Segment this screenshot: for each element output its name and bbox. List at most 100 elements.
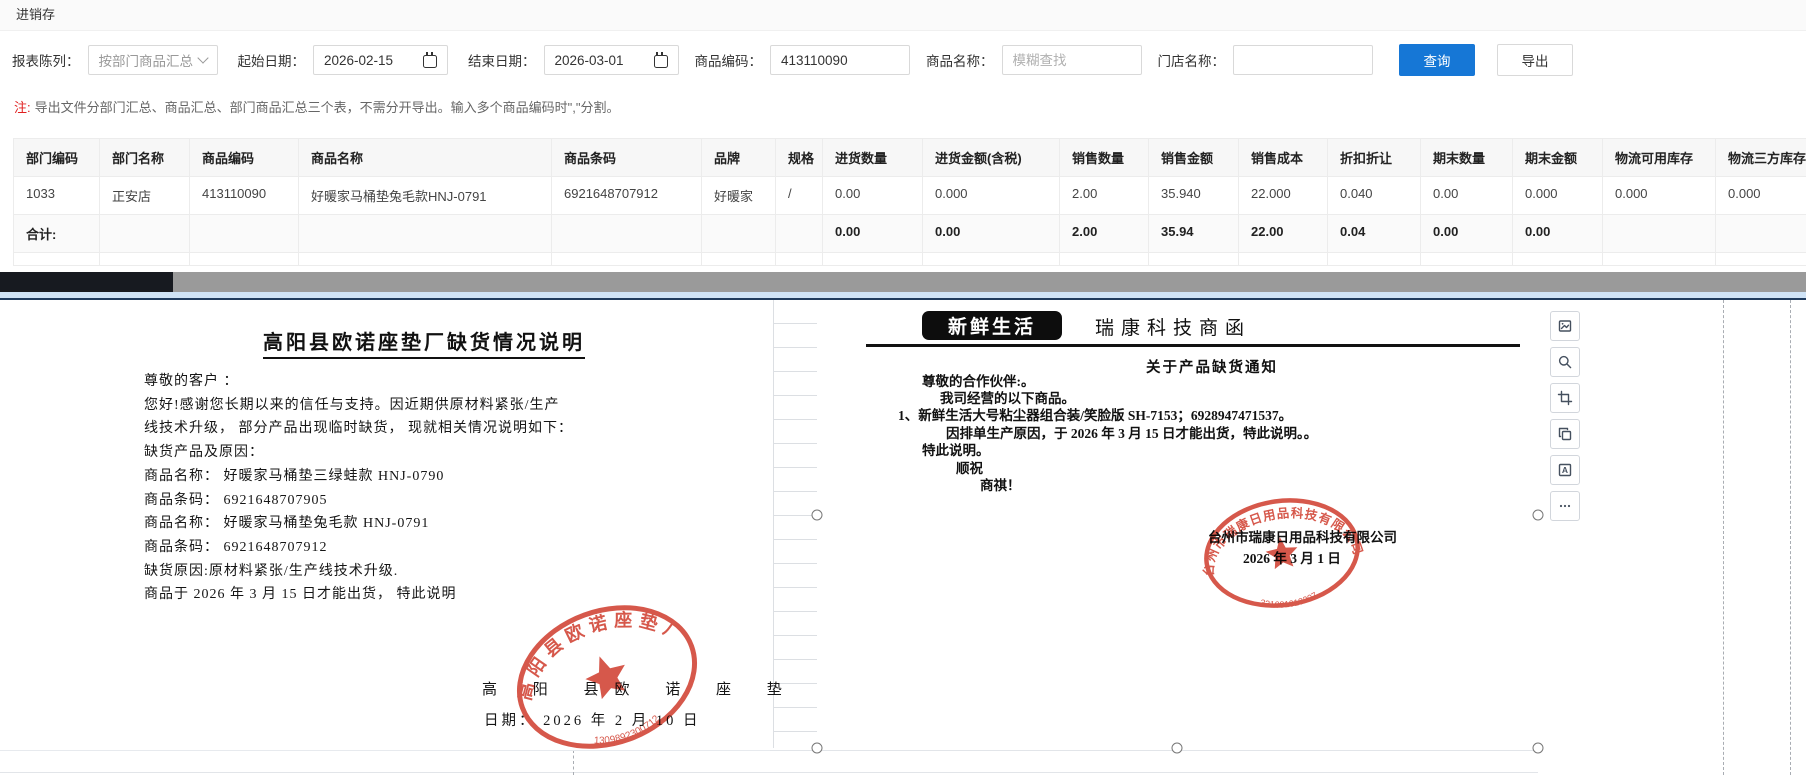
cell-discount: 0.040: [1328, 177, 1421, 215]
cell-ending-amount: 0.000: [1513, 177, 1603, 215]
crop-button[interactable]: [1550, 383, 1580, 413]
sheet-gridlines-bottom: [0, 750, 1538, 775]
total-sales-qty: 2.00: [1060, 215, 1149, 253]
selection-handle[interactable]: [811, 742, 823, 754]
export-button[interactable]: 导出: [1497, 44, 1573, 76]
end-date-input[interactable]: 2026-03-01: [543, 45, 679, 75]
more-icon: [1559, 504, 1571, 508]
header-cell: 销售数量: [1060, 139, 1149, 177]
total-sales-cost: 22.00: [1239, 215, 1328, 253]
header-cell: 期末金额: [1513, 139, 1603, 177]
cell-ending-qty: 0.00: [1421, 177, 1513, 215]
header-cell: 进货数量: [823, 139, 923, 177]
letter-line: 1、新鲜生活大号粘尘器组合装/笑脸版 SH-7153；6928947471537…: [898, 408, 1293, 423]
image-detail-button[interactable]: [1550, 311, 1580, 341]
more-button[interactable]: [1550, 491, 1580, 521]
store-name-label: 门店名称：: [1157, 54, 1226, 69]
zoom-button[interactable]: [1550, 347, 1580, 377]
note-prefix: 注:: [14, 100, 31, 115]
left-letter-title: 高阳县欧诺座垫厂缺货情况说明: [144, 326, 704, 359]
table-row[interactable]: 1033 正安店 413110090 好暖家马桶垫兔毛款HNJ-0791 692…: [14, 177, 1806, 215]
total-sales-amount: 35.94: [1149, 215, 1239, 253]
svg-text:A: A: [1562, 465, 1568, 475]
horizontal-scrollbar[interactable]: [0, 272, 1806, 292]
svg-text:台州市瑞康日用品科技有限公司: 台州市瑞康日用品科技有限公司: [1193, 496, 1366, 579]
letter-line: 商品名称： 好暖家马桶垫兔毛款 HNJ-0791: [144, 516, 430, 532]
total-cell: [100, 215, 190, 253]
total-cell: [299, 215, 552, 253]
chevron-down-icon: [196, 52, 209, 64]
product-name-input[interactable]: [1001, 45, 1142, 75]
calendar-icon: [423, 51, 437, 68]
start-date-input[interactable]: 2026-02-15: [313, 45, 448, 75]
cell-sales-cost: 22.000: [1239, 177, 1328, 215]
cell-logistics-available: 0.000: [1603, 177, 1716, 215]
letter-line: 商品条码： 6921648707912: [144, 539, 328, 555]
total-cell: [1603, 215, 1716, 253]
cell-spec: /: [776, 177, 823, 215]
page-title: 进销存: [0, 0, 1806, 31]
header-cell: 折扣折让: [1328, 139, 1421, 177]
selection-handle[interactable]: [1532, 742, 1544, 754]
end-date-label: 结束日期：: [468, 54, 536, 69]
right-letter-header: 瑞康科技商函: [1095, 318, 1252, 339]
header-cell: 规格: [776, 139, 823, 177]
letter-line: 线技术升级， 部分产品出现临时缺货， 现就相关情况说明如下：: [144, 421, 573, 437]
letter-line: 因排单生产原因，于 2026 年 3 月 15 日才能出货，特此说明。。: [946, 426, 1318, 441]
cell-logistics-thirdparty: 0.000: [1716, 177, 1806, 215]
copy-icon: [1558, 427, 1572, 441]
letter-line: 商祺！: [980, 478, 1021, 493]
sheet-canvas: 高阳县欧诺座垫厂缺货情况说明 尊敬的客户 ： 您好!感谢您长期以来的信任与支持。…: [0, 300, 1806, 775]
extract-text-button[interactable]: A: [1550, 455, 1580, 485]
store-name-input[interactable]: [1233, 45, 1373, 75]
header-cell: 商品条码: [552, 139, 702, 177]
search-button[interactable]: 查询: [1399, 44, 1475, 76]
zoom-icon: [1558, 355, 1572, 369]
start-date-label: 起始日期：: [237, 54, 306, 69]
selection-handle[interactable]: [1532, 509, 1544, 521]
letter-line: 您好!感谢您长期以来的信任与支持。因近期供原材料紧张/生产: [144, 397, 560, 413]
cell-dept-code: 1033: [14, 177, 100, 215]
total-cell: [776, 215, 823, 253]
report-type-select[interactable]: 按部门商品汇总: [87, 45, 218, 75]
letter-line: 商品条码： 6921648707905: [144, 492, 328, 508]
total-cell: [552, 215, 702, 253]
selection-handle[interactable]: [1171, 742, 1183, 754]
page-break-line: [1790, 300, 1791, 775]
report-table: 部门编码 部门名称 商品编码 商品名称 商品条码 品牌 规格 进货数量 进货金额…: [13, 138, 1806, 266]
total-purchase-amount: 0.00: [923, 215, 1060, 253]
header-cell: 商品名称: [299, 139, 552, 177]
header-cell: 品牌: [702, 139, 776, 177]
image-toolbar: A: [1550, 311, 1580, 521]
extract-text-icon: A: [1558, 463, 1572, 477]
header-cell: 进货金额(含税): [923, 139, 1060, 177]
cell-sales-amount: 35.940: [1149, 177, 1239, 215]
left-letter-body: 尊敬的客户 ： 您好!感谢您长期以来的信任与支持。因近期供原材料紧张/生产 线技…: [144, 370, 724, 607]
cell-purchase-qty: 0.00: [823, 177, 923, 215]
product-code-label: 商品编码：: [694, 54, 763, 69]
note-text: 导出文件分部门汇总、商品汇总、部门商品汇总三个表，不需分开导出。输入多个商品编码…: [34, 100, 620, 115]
total-ending-amount: 0.00: [1513, 215, 1603, 253]
header-cell: 商品编码: [190, 139, 299, 177]
copy-button[interactable]: [1550, 419, 1580, 449]
report-type-label: 报表陈列：: [12, 54, 80, 69]
table-total-row: 合计: 0.00 0.00 2.00 35.94 22.00 0.04 0.00…: [14, 215, 1806, 253]
cell-purchase-amount: 0.000: [923, 177, 1060, 215]
header-cell: 物流三方库存: [1716, 139, 1806, 177]
letter-line: 尊敬的客户 ：: [144, 374, 239, 389]
query-form: 报表陈列： 按部门商品汇总 起始日期： 2026-02-15 结束日期： 202…: [0, 31, 1806, 89]
product-code-input[interactable]: [770, 45, 910, 75]
product-name-label: 商品名称：: [926, 54, 994, 69]
letter-line: 商品名称： 好暖家马桶垫三绿蛙款 HNJ-0790: [144, 468, 445, 484]
total-ending-qty: 0.00: [1421, 215, 1513, 253]
letterhead-divider: [866, 344, 1520, 347]
header-cell: 销售成本: [1239, 139, 1328, 177]
selection-handle[interactable]: [811, 509, 823, 521]
cell-sales-qty: 2.00: [1060, 177, 1149, 215]
scrollbar-thumb[interactable]: [0, 272, 173, 292]
header-cell: 物流可用库存: [1603, 139, 1716, 177]
total-cell: [702, 215, 776, 253]
page-break-line: [1723, 300, 1724, 775]
total-purchase-qty: 0.00: [823, 215, 923, 253]
red-seal-stamp: 台州市瑞康日用品科技有限公司 331081013307: [1193, 496, 1366, 613]
